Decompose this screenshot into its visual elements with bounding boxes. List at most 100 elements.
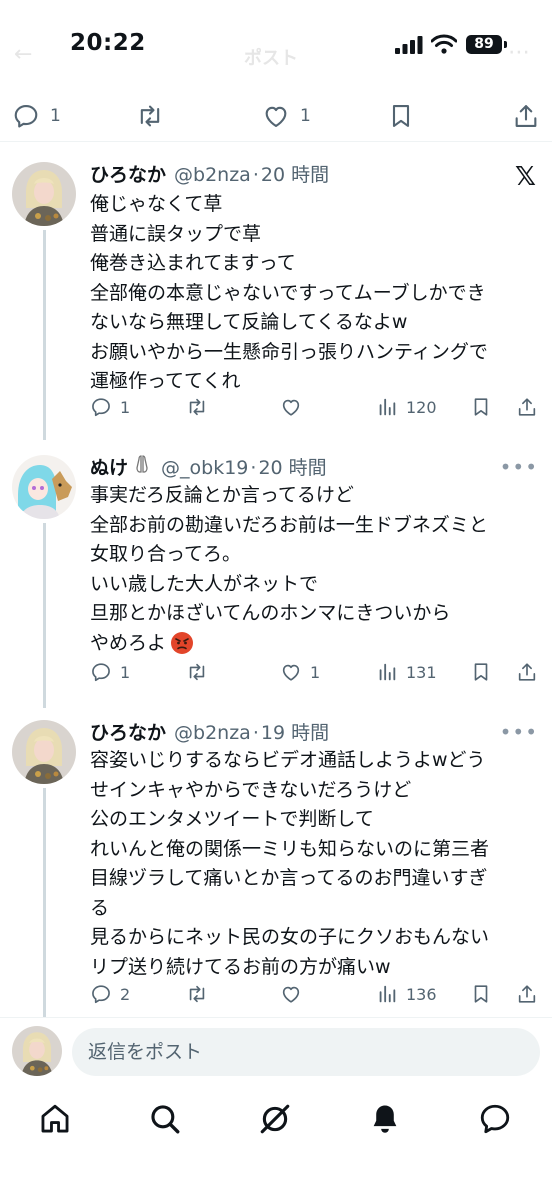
like-icon bbox=[262, 102, 290, 130]
notifications-icon[interactable] bbox=[368, 1102, 402, 1136]
separator-dot: · bbox=[252, 164, 259, 186]
reply-count: 1 bbox=[50, 106, 61, 126]
display-name[interactable]: ひろなか bbox=[90, 718, 166, 745]
reply-count: 2 bbox=[120, 984, 131, 1004]
post-line-with-emoji: やめろよ bbox=[90, 629, 535, 659]
share-icon bbox=[516, 983, 538, 1005]
cellular-signal-icon bbox=[395, 36, 423, 54]
like-button[interactable]: 1 bbox=[262, 102, 311, 130]
share-button[interactable] bbox=[512, 102, 540, 130]
bookmark-icon bbox=[470, 983, 492, 1005]
bottom-tab-bar bbox=[0, 1090, 552, 1150]
like-icon bbox=[280, 983, 302, 1005]
like-icon bbox=[280, 661, 302, 683]
bookmark-button[interactable] bbox=[470, 396, 492, 418]
share-button[interactable] bbox=[516, 983, 538, 1005]
views-icon bbox=[376, 983, 398, 1005]
view-count: 136 bbox=[406, 984, 437, 1004]
search-icon[interactable] bbox=[148, 1102, 182, 1136]
retweet-button[interactable] bbox=[136, 102, 164, 130]
display-name[interactable]: ぬけ bbox=[90, 453, 128, 480]
post-meta: ひろなか @b2nza · 20 時間 bbox=[90, 160, 329, 187]
back-arrow-icon[interactable]: ← bbox=[14, 42, 32, 67]
post-meta: ひろなか @b2nza · 19 時間 bbox=[90, 718, 329, 745]
post-line: 全部俺の本意じゃないですってムーブしかでき bbox=[90, 281, 486, 304]
bookmark-icon bbox=[470, 661, 492, 683]
reply-button[interactable]: 1 bbox=[12, 102, 61, 130]
user-handle[interactable]: @b2nza bbox=[174, 164, 251, 186]
praying-hands-emoji bbox=[136, 455, 148, 473]
bookmark-button[interactable] bbox=[387, 102, 415, 130]
post-actions: 1 1 131 bbox=[90, 661, 540, 687]
reply-button[interactable]: 1 bbox=[90, 661, 130, 683]
post-line: 容姿いじりするならビデオ通話しようよwどう bbox=[90, 749, 486, 771]
more-icon[interactable]: ••• bbox=[500, 455, 538, 479]
like-button[interactable] bbox=[280, 396, 302, 418]
post-line: ないなら無理して反論してくるなよw bbox=[90, 311, 408, 333]
angry-face-emoji bbox=[171, 632, 194, 655]
reply-button[interactable]: 2 bbox=[90, 983, 130, 1005]
retweet-icon bbox=[186, 661, 208, 683]
status-bar: ← 20:22 ポスト 89 ⋯ bbox=[0, 0, 552, 90]
battery-indicator: 89 bbox=[466, 35, 502, 54]
messages-icon[interactable] bbox=[478, 1102, 512, 1136]
post-line: 事実だろ反論とか言ってるけど bbox=[90, 484, 354, 506]
home-icon[interactable] bbox=[38, 1102, 72, 1136]
display-name[interactable]: ひろなか bbox=[90, 160, 166, 187]
post-time: 20 時間 bbox=[258, 457, 327, 479]
views-icon bbox=[376, 396, 398, 418]
avatar[interactable] bbox=[12, 455, 76, 519]
post-line: 全部お前の勘違いだろお前は一生ドブネズミと bbox=[90, 513, 488, 536]
post-line: いい歳した大人がネットで bbox=[90, 572, 319, 595]
post-line: 公のエンタメツイートで判断して bbox=[90, 808, 374, 830]
retweet-button[interactable] bbox=[186, 396, 208, 418]
share-button[interactable] bbox=[516, 661, 538, 683]
retweet-button[interactable] bbox=[186, 983, 208, 1005]
reply-post[interactable]: ひろなか @b2nza · 20 時間 𝕏 俺じゃなくて草 普通に誤タップで草 … bbox=[0, 160, 552, 440]
separator-dot: · bbox=[252, 722, 259, 744]
like-count: 1 bbox=[300, 106, 311, 126]
views-button[interactable]: 120 bbox=[376, 396, 437, 418]
bookmark-icon bbox=[470, 396, 492, 418]
more-icon[interactable]: ••• bbox=[500, 720, 538, 744]
reply-post[interactable]: ぬけ @_obk19 · 20 時間 ••• 事実だろ反論とか言ってるけど 全部… bbox=[0, 453, 552, 708]
post-actions: 1 120 bbox=[90, 396, 540, 422]
post-line: お願いやから一生懸命引っ張りハンティングで bbox=[90, 340, 488, 363]
views-button[interactable]: 131 bbox=[376, 661, 437, 683]
view-count: 120 bbox=[406, 397, 437, 417]
views-button[interactable]: 136 bbox=[376, 983, 437, 1005]
like-icon bbox=[280, 396, 302, 418]
post-line: やめろよ bbox=[90, 631, 167, 654]
post-line: 女取り合ってろ。 bbox=[90, 543, 242, 565]
retweet-icon bbox=[136, 102, 164, 130]
user-handle[interactable]: @b2nza bbox=[174, 722, 251, 744]
retweet-button[interactable] bbox=[186, 661, 208, 683]
share-icon bbox=[516, 396, 538, 418]
post-line: せインキャやからできないだろうけど bbox=[90, 778, 412, 801]
reply-icon bbox=[90, 396, 112, 418]
reply-icon bbox=[12, 102, 40, 130]
avatar[interactable] bbox=[12, 720, 76, 784]
views-icon bbox=[376, 661, 398, 683]
like-button[interactable] bbox=[280, 983, 302, 1005]
bookmark-icon bbox=[387, 102, 415, 130]
reply-post[interactable]: ひろなか @b2nza · 19 時間 ••• 容姿いじりするならビデオ通話しよ… bbox=[0, 718, 552, 1018]
grok-icon[interactable] bbox=[258, 1102, 292, 1136]
like-button[interactable]: 1 bbox=[280, 661, 320, 683]
reply-input[interactable]: 返信をポスト bbox=[72, 1028, 540, 1076]
like-count: 1 bbox=[310, 662, 321, 682]
avatar[interactable] bbox=[12, 162, 76, 226]
bookmark-button[interactable] bbox=[470, 661, 492, 683]
reply-count: 1 bbox=[120, 662, 131, 682]
thread-line bbox=[43, 523, 46, 708]
avatar[interactable] bbox=[12, 1026, 62, 1076]
bookmark-button[interactable] bbox=[470, 983, 492, 1005]
user-handle[interactable]: @_obk19 bbox=[161, 457, 248, 479]
status-time: 20:22 bbox=[70, 30, 146, 56]
view-count: 131 bbox=[406, 662, 437, 682]
share-button[interactable] bbox=[516, 396, 538, 418]
post-line: 目線ヅラして痛いとか言ってるのお門違いすぎ bbox=[90, 867, 488, 889]
reply-button[interactable]: 1 bbox=[90, 396, 130, 418]
more-options-icon[interactable]: ⋯ bbox=[508, 40, 530, 65]
post-line: 俺巻き込まれてますって bbox=[90, 252, 296, 274]
